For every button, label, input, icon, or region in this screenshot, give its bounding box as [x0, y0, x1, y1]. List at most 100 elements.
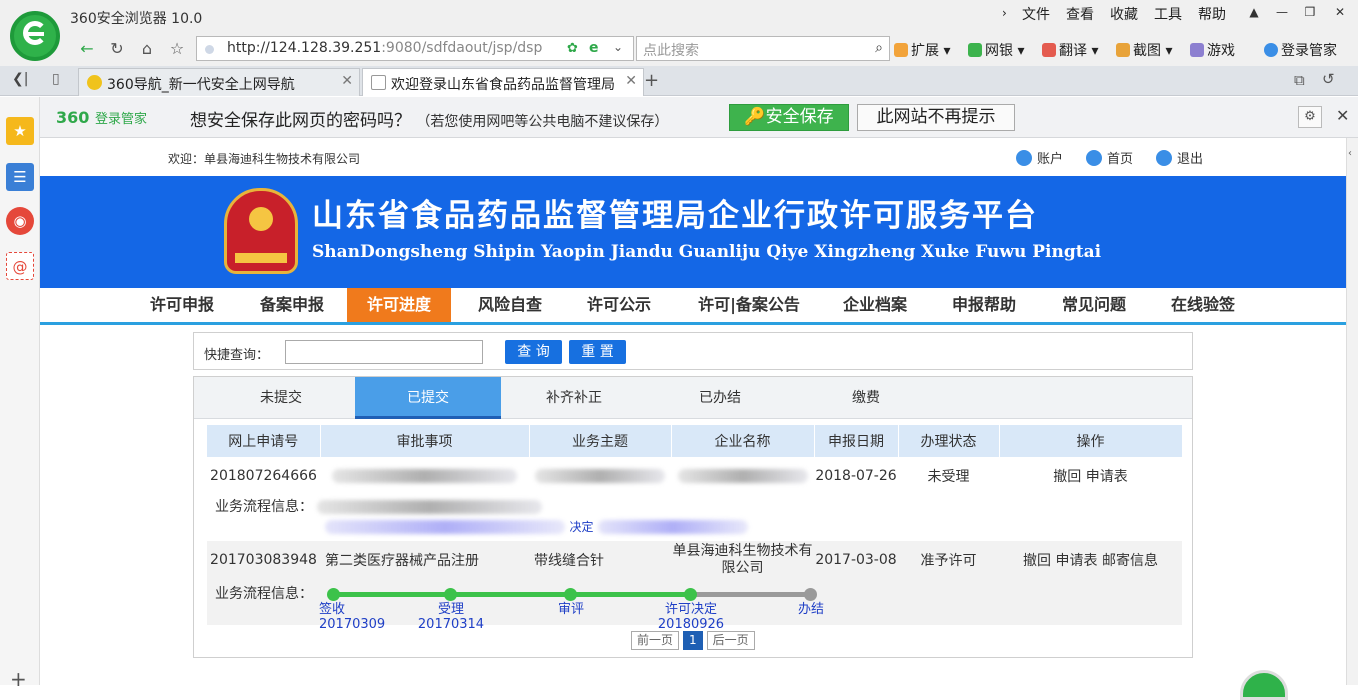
menu-view[interactable]: 查看: [1066, 4, 1094, 24]
nav-risk-check[interactable]: 风险自查: [464, 288, 556, 322]
minimize-icon[interactable]: —: [1268, 2, 1296, 22]
nav-record-apply[interactable]: 备案申报: [246, 288, 338, 322]
col-header: 审批事项: [320, 425, 530, 457]
email-icon[interactable]: @: [6, 252, 34, 280]
gear-icon[interactable]: ⚙: [1298, 106, 1322, 128]
close-icon[interactable]: ✕: [1336, 106, 1349, 125]
url-dropdown-icon[interactable]: ⌄: [613, 40, 623, 54]
application-table: 网上申请号 审批事项 业务主题 企业名称 申报日期 办理状态 操作 201807…: [207, 425, 1183, 632]
nav-announcements[interactable]: 许可|备案公告: [685, 288, 813, 322]
tab-completed[interactable]: 已办结: [647, 377, 793, 419]
ext-bank[interactable]: 网银 ▾: [968, 40, 1024, 60]
undo-close-icon[interactable]: ↺: [1322, 70, 1335, 88]
new-tab-icon[interactable]: +: [644, 70, 659, 91]
ext-games[interactable]: 游戏: [1190, 40, 1235, 60]
url-path: :9080/sdfdaout/jsp/dsp: [381, 40, 543, 56]
tab-close-icon[interactable]: ✕: [625, 73, 637, 89]
col-header: 网上申请号: [207, 425, 321, 457]
account-link[interactable]: 账户: [1016, 148, 1063, 167]
flow-step-dot: [564, 588, 577, 601]
never-prompt-button[interactable]: 此网站不再提示: [857, 104, 1015, 131]
skin-icon[interactable]: ▲: [1240, 2, 1268, 22]
page-icon[interactable]: ▯: [52, 71, 60, 87]
ext-screenshot[interactable]: 截图 ▾: [1116, 40, 1172, 60]
tab-submitted[interactable]: 已提交: [355, 377, 501, 419]
safe-save-button[interactable]: 🔑安全保存: [729, 104, 849, 131]
nav-license-apply[interactable]: 许可申报: [136, 288, 228, 322]
key-icon: 🔑: [744, 107, 766, 127]
ext-login-manager[interactable]: 登录管家: [1264, 40, 1337, 60]
search-input[interactable]: 点此搜索: [643, 40, 699, 60]
flow-info: 业务流程信息： 签收 20170309 受理 20170314 审评 许可决定 201…: [207, 579, 1182, 632]
close-window-icon[interactable]: ✕: [1326, 2, 1354, 22]
logout-link[interactable]: 退出: [1156, 148, 1203, 167]
nav-license-public[interactable]: 许可公示: [573, 288, 665, 322]
banner-subtitle: ShanDongsheng Shipin Yaopin Jiandu Guanl…: [312, 242, 1102, 262]
col-header: 企业名称: [671, 425, 815, 457]
reader-list-icon[interactable]: ☰: [6, 163, 34, 191]
home-link[interactable]: 首页: [1086, 148, 1133, 167]
redacted-flow: 决定: [325, 518, 1181, 535]
redacted-blur: [677, 469, 808, 483]
application-panel: 未提交 已提交 补齐补正 已办结 缴费 网上申请号 审批事项 业务主题 企业名称…: [193, 376, 1193, 658]
bank-icon: [968, 43, 982, 57]
menu-help[interactable]: 帮助: [1198, 4, 1226, 24]
page-scrollbar[interactable]: ‹: [1346, 138, 1358, 685]
home-icon[interactable]: ⌂: [134, 36, 160, 62]
page-number-button[interactable]: 1: [683, 631, 703, 650]
flow-step-label: 签收 20170309: [319, 602, 386, 632]
browser-logo-icon: [10, 11, 60, 61]
back-icon[interactable]: ←: [74, 36, 100, 62]
ext-extensions[interactable]: 扩展 ▾: [894, 40, 950, 60]
query-button[interactable]: 查 询: [505, 340, 562, 364]
scroll-up-icon[interactable]: ‹: [1348, 148, 1352, 159]
row-actions[interactable]: 撤回 申请表: [999, 457, 1182, 495]
flow-progress: 签收 20170309 受理 20170314 审评 许可决定 20180926 办结: [307, 586, 827, 636]
key-icon: [1264, 43, 1278, 57]
favorites-star-icon[interactable]: ★: [6, 117, 34, 145]
tab-payment[interactable]: 缴费: [793, 377, 939, 419]
chevron-right-icon[interactable]: ›: [1002, 6, 1007, 20]
prev-page-button[interactable]: 前一页: [631, 631, 680, 650]
nav-faq[interactable]: 常见问题: [1048, 288, 1140, 322]
nav-license-progress[interactable]: 许可进度: [347, 288, 451, 322]
ie-mode-icon[interactable]: e: [589, 40, 599, 56]
gamepad-icon: [1190, 43, 1204, 57]
search-icon[interactable]: ⌕: [875, 40, 883, 56]
sidebar-toggle-icon[interactable]: ❮|: [12, 71, 28, 87]
refresh-icon[interactable]: ↻: [104, 36, 130, 62]
tab-sdfda[interactable]: 欢迎登录山东省食品药品监督管理局 ✕: [362, 68, 644, 96]
quick-search-input[interactable]: [285, 340, 483, 364]
nav-online-verify[interactable]: 在线验签: [1157, 288, 1249, 322]
maximize-icon[interactable]: ❒: [1296, 2, 1324, 22]
welcome-text: 欢迎：单县海迪科生物技术有限公司: [168, 152, 361, 166]
user-icon: [1016, 150, 1032, 166]
weibo-icon[interactable]: ◉: [6, 207, 34, 235]
menu-tools[interactable]: 工具: [1154, 4, 1182, 24]
row-actions[interactable]: 撤回 申请表 邮寄信息: [999, 541, 1182, 579]
col-header: 办理状态: [898, 425, 1000, 457]
fda-emblem-icon: [224, 188, 298, 274]
menu-favorites[interactable]: 收藏: [1110, 4, 1138, 24]
search-box[interactable]: 点此搜索 ⌕: [636, 36, 890, 61]
speed-mode-icon[interactable]: ✿: [567, 41, 578, 56]
apply-date: 2018-07-26: [814, 457, 898, 495]
flow-line-pending: [691, 592, 811, 597]
ext-translate[interactable]: 翻译 ▾: [1042, 40, 1098, 60]
sidebar-add-icon[interactable]: +: [10, 667, 27, 691]
nav-enterprise-archive[interactable]: 企业档案: [829, 288, 921, 322]
reset-button[interactable]: 重 置: [569, 340, 626, 364]
menu-file[interactable]: 文件: [1022, 4, 1050, 24]
site-info-icon[interactable]: [205, 45, 214, 54]
tab-supplement[interactable]: 补齐补正: [501, 377, 647, 419]
nav-apply-help[interactable]: 申报帮助: [938, 288, 1030, 322]
address-bar[interactable]: http://124.128.39.251:9080/sdfdaout/jsp/…: [196, 36, 634, 61]
tab-list-icon[interactable]: ⧉: [1294, 71, 1305, 89]
next-page-button[interactable]: 后一页: [706, 631, 755, 650]
tab-360-nav[interactable]: 360导航_新一代安全上网导航 ✕: [78, 68, 360, 96]
flow-info: 业务流程信息： 决定: [207, 495, 1182, 541]
tab-close-icon[interactable]: ✕: [341, 73, 353, 89]
tab-not-submitted[interactable]: 未提交: [208, 377, 354, 419]
favorite-star-icon[interactable]: ☆: [164, 36, 190, 62]
quick-search-bar: 快捷查询： 查 询 重 置: [193, 332, 1193, 370]
